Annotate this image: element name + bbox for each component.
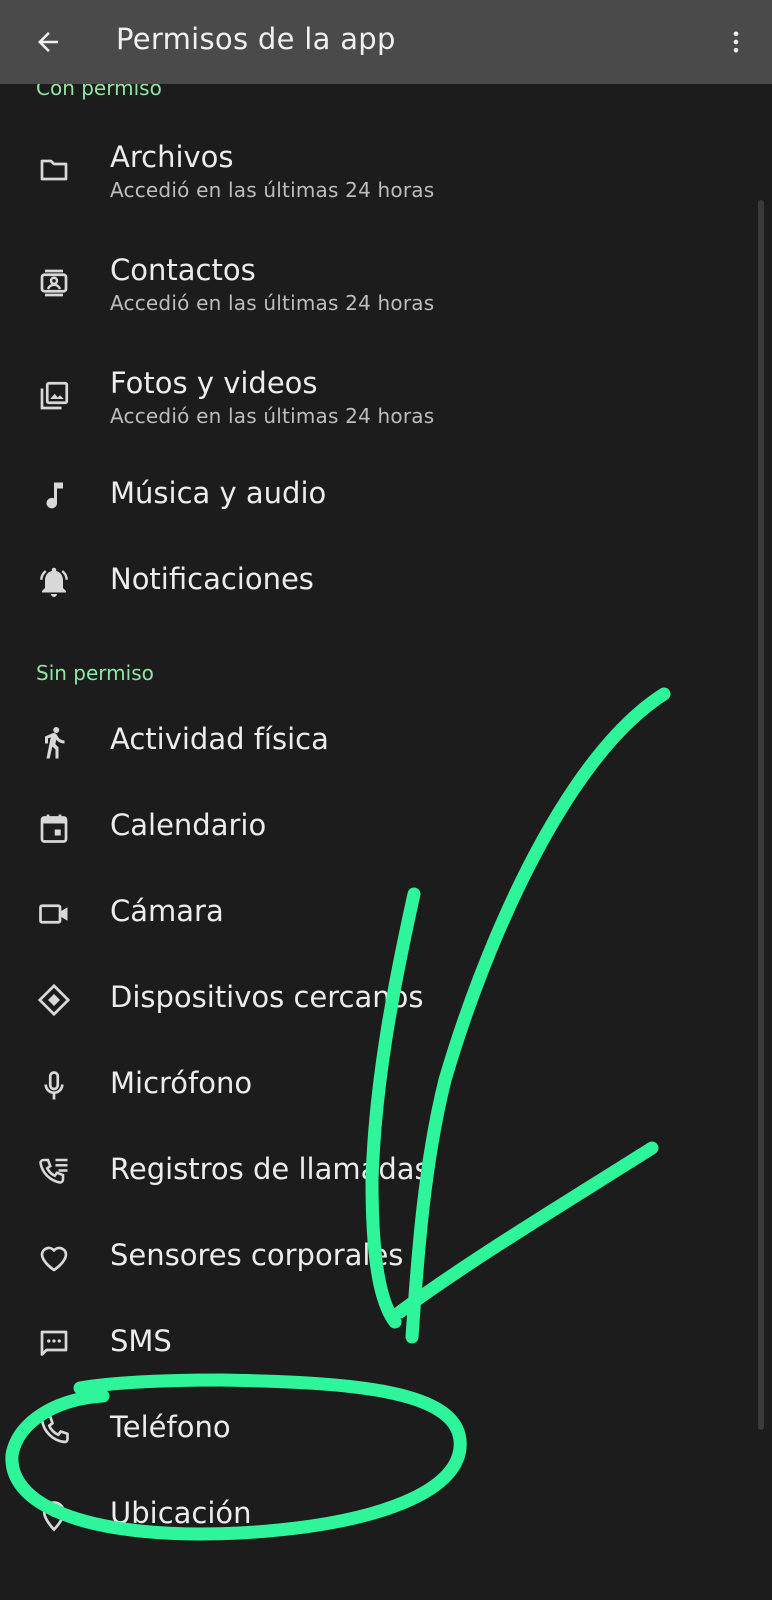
- notification-bell-icon: [36, 564, 72, 600]
- back-button[interactable]: [24, 18, 72, 66]
- permission-item-calendario[interactable]: Calendario: [0, 792, 756, 867]
- permission-item-microfono[interactable]: Micrófono: [0, 1050, 756, 1125]
- folder-icon: [36, 152, 72, 188]
- permission-title: Contactos: [110, 253, 256, 287]
- scrollbar[interactable]: [758, 200, 764, 1430]
- permission-item-notificaciones[interactable]: Notificaciones: [0, 546, 756, 621]
- nearby-devices-icon: [36, 982, 72, 1018]
- microphone-icon: [36, 1068, 72, 1104]
- permission-item-registros[interactable]: Registros de llamadas: [0, 1136, 756, 1211]
- permission-title: Fotos y videos: [110, 366, 318, 400]
- permission-item-sms[interactable]: SMS: [0, 1308, 756, 1383]
- permission-item-camara[interactable]: Cámara: [0, 878, 756, 953]
- permission-subtitle: Accedió en las últimas 24 horas: [110, 178, 435, 202]
- walking-icon: [36, 724, 72, 760]
- more-options-button[interactable]: [716, 18, 756, 66]
- permission-title: Cámara: [110, 894, 224, 928]
- calendar-icon: [36, 810, 72, 846]
- permission-item-actividad[interactable]: Actividad física: [0, 706, 756, 781]
- photos-icon: [36, 378, 72, 414]
- permission-title: Notificaciones: [110, 562, 314, 596]
- phone-icon: [36, 1412, 72, 1448]
- permission-item-contactos[interactable]: Contactos Accedió en las últimas 24 hora…: [0, 243, 756, 343]
- permission-title: Calendario: [110, 808, 267, 842]
- permission-title: Archivos: [110, 140, 234, 174]
- permission-title: SMS: [110, 1324, 172, 1358]
- page-title: Permisos de la app: [116, 22, 396, 56]
- permission-subtitle: Accedió en las últimas 24 horas: [110, 404, 435, 428]
- app-bar: Permisos de la app: [0, 0, 772, 84]
- location-pin-icon: [36, 1498, 72, 1534]
- permission-item-ubicacion[interactable]: Ubicación: [0, 1480, 756, 1555]
- call-log-icon: [36, 1154, 72, 1190]
- permission-title: Sensores corporales: [110, 1238, 404, 1272]
- permission-item-archivos[interactable]: Archivos Accedió en las últimas 24 horas: [0, 130, 756, 230]
- permission-item-telefono[interactable]: Teléfono: [0, 1394, 756, 1469]
- section-label-denied: Sin permiso: [36, 661, 154, 685]
- sms-icon: [36, 1326, 72, 1362]
- arrow-back-icon: [38, 32, 58, 52]
- camera-icon: [36, 896, 72, 932]
- permission-title: Actividad física: [110, 722, 329, 756]
- permission-item-sensores[interactable]: Sensores corporales: [0, 1222, 756, 1297]
- heart-icon: [36, 1240, 72, 1276]
- permission-title: Registros de llamadas: [110, 1152, 430, 1186]
- music-note-icon: [36, 478, 72, 514]
- permission-title: Música y audio: [110, 476, 327, 510]
- more-vert-icon: [733, 31, 739, 53]
- contacts-icon: [36, 265, 72, 301]
- permission-item-dispositivos[interactable]: Dispositivos cercanos: [0, 964, 756, 1039]
- permission-subtitle: Accedió en las últimas 24 horas: [110, 291, 435, 315]
- permission-item-musica[interactable]: Música y audio: [0, 460, 756, 535]
- permission-title: Dispositivos cercanos: [110, 980, 424, 1014]
- permission-title: Teléfono: [110, 1410, 231, 1444]
- permission-title: Micrófono: [110, 1066, 253, 1100]
- permission-item-fotos[interactable]: Fotos y videos Accedió en las últimas 24…: [0, 356, 756, 456]
- permission-title: Ubicación: [110, 1496, 252, 1530]
